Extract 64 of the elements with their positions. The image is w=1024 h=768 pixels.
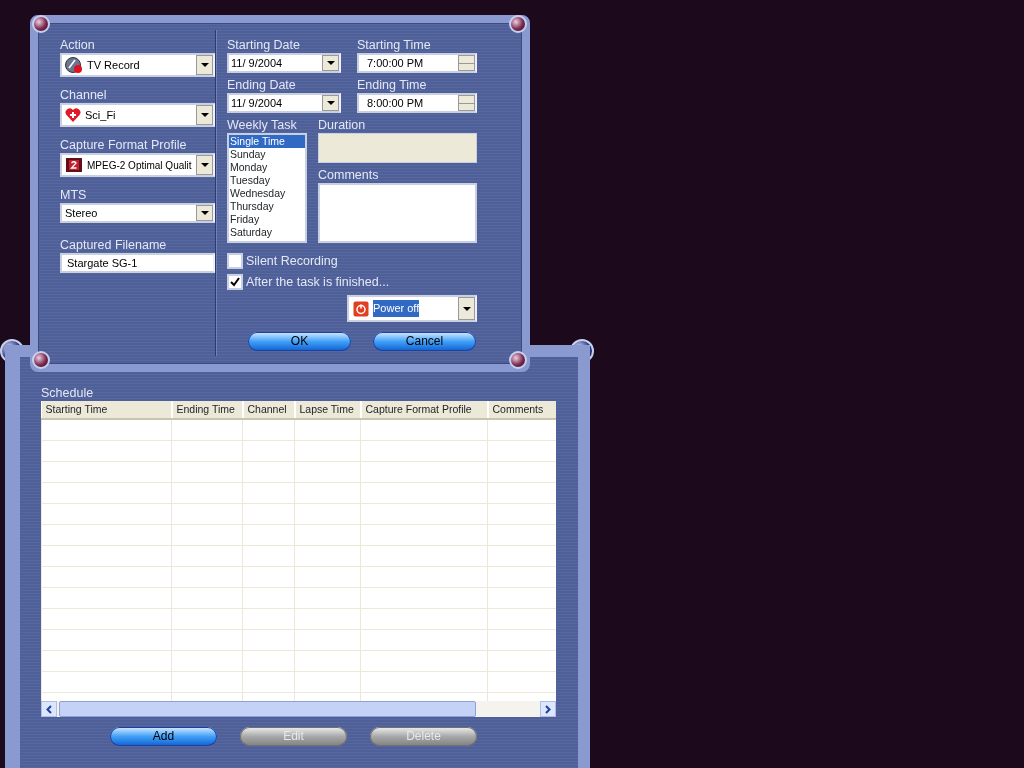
dropdown-button[interactable] — [196, 205, 213, 221]
record-icon — [65, 56, 83, 74]
dropdown-field[interactable]: Sci_Fi — [60, 103, 215, 127]
dropdown-button[interactable] — [322, 55, 339, 71]
scrollbar-thumb[interactable] — [59, 701, 476, 717]
dropdown-button[interactable] — [322, 95, 339, 111]
column-header[interactable]: Capture Format Profile — [360, 401, 488, 419]
dropdown-field[interactable]: Stereo — [60, 203, 215, 223]
field-label: Duration — [318, 118, 367, 133]
time-field[interactable]: 7:00:00 PM — [357, 53, 477, 73]
dropdown-button[interactable] — [196, 55, 213, 75]
date-field[interactable]: 11/ 9/2004 — [227, 53, 341, 73]
field-label: Ending Date — [227, 78, 297, 93]
dialog-button[interactable]: Cancel — [373, 332, 476, 351]
film-icon — [65, 156, 83, 174]
scroll-right-button[interactable] — [540, 701, 556, 717]
list-item[interactable]: Single Time — [229, 135, 305, 148]
column-header[interactable]: Lapse Time — [294, 401, 361, 419]
action-button[interactable]: Add — [110, 727, 217, 746]
field-label: Captured Filename — [60, 238, 168, 253]
field-label: MTS — [60, 188, 88, 203]
field-label: Starting Time — [357, 38, 432, 53]
dropdown-field[interactable]: MPEG-2 Optimal Qualit — [60, 153, 215, 177]
list-item[interactable]: Tuesday — [229, 174, 305, 187]
power-icon — [353, 300, 369, 317]
field-label: Comments — [318, 168, 380, 183]
list-item[interactable]: Sunday — [229, 148, 305, 161]
duration-field[interactable] — [318, 133, 477, 163]
dropdown-button[interactable] — [196, 155, 213, 175]
date-field[interactable]: 11/ 9/2004 — [227, 93, 341, 113]
time-field[interactable]: 8:00:00 PM — [357, 93, 477, 113]
list-item[interactable]: Friday — [229, 213, 305, 226]
heart-icon — [65, 107, 81, 123]
column-header[interactable]: Channel — [242, 401, 295, 419]
horizontal-scrollbar[interactable] — [41, 701, 556, 717]
chevron-left-icon — [46, 704, 52, 714]
section-title: Schedule — [41, 386, 95, 401]
dropdown-button[interactable] — [458, 297, 475, 320]
comments-field[interactable] — [318, 183, 477, 243]
list-item[interactable]: Wednesday — [229, 187, 305, 200]
field-label: Starting Date — [227, 38, 301, 53]
field-label: Channel — [60, 88, 108, 103]
field-label: Weekly Task — [227, 118, 298, 133]
column-header[interactable]: Ending Time — [171, 401, 243, 419]
field-label: Action — [60, 38, 96, 53]
text-field[interactable]: Stargate SG-1 — [60, 253, 215, 273]
dropdown-field[interactable]: Power off — [347, 295, 477, 322]
corner-knob-icon — [32, 15, 50, 33]
list-item[interactable]: Saturday — [229, 226, 305, 239]
list-item[interactable]: Thursday — [229, 200, 305, 213]
checkbox[interactable] — [227, 274, 243, 290]
chevron-right-icon — [545, 704, 551, 714]
checkbox[interactable] — [227, 253, 243, 269]
column-header[interactable]: Comments — [487, 401, 556, 419]
dropdown-button[interactable] — [196, 105, 213, 125]
list-item[interactable]: Monday — [229, 161, 305, 174]
dialog-button[interactable]: OK — [248, 332, 351, 351]
checkbox-label: After the task is finished... — [246, 274, 390, 290]
column-header[interactable]: Starting Time — [41, 401, 172, 419]
dropdown-field[interactable]: TV Record — [60, 53, 215, 77]
checkbox-label: Silent Recording — [246, 253, 338, 269]
field-label: Ending Time — [357, 78, 428, 93]
scroll-left-button[interactable] — [41, 701, 57, 717]
field-label: Capture Format Profile — [60, 138, 188, 153]
